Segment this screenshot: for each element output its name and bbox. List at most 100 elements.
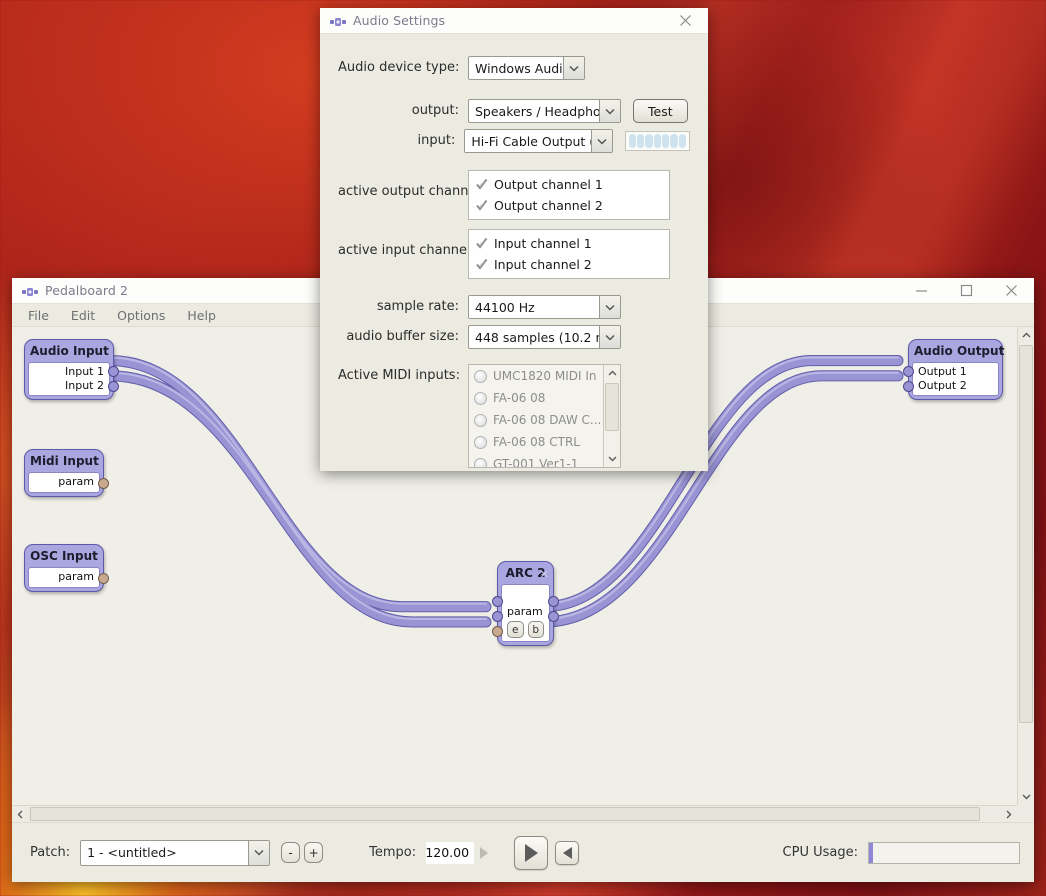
audio-settings-title: Audio Settings bbox=[353, 13, 446, 28]
sample-rate-value: 44100 Hz bbox=[469, 296, 599, 318]
sample-rate-select[interactable]: 44100 Hz bbox=[468, 295, 621, 319]
canvas-vertical-scrollbar[interactable] bbox=[1017, 327, 1034, 805]
output-pin[interactable] bbox=[548, 596, 559, 607]
scroll-up-icon[interactable] bbox=[604, 365, 620, 382]
scroll-up-icon[interactable] bbox=[1018, 327, 1035, 344]
checkbox-item[interactable]: Output channel 1 bbox=[469, 174, 669, 195]
pedalboard-icon bbox=[329, 14, 347, 28]
midi-input-label: FA-06 08 CTRL bbox=[493, 435, 580, 449]
input-device-value: Hi-Fi Cable Output (VB-A... bbox=[465, 130, 591, 152]
bypass-button[interactable]: b bbox=[527, 621, 544, 638]
cpu-usage-fill bbox=[869, 842, 873, 863]
canvas-horizontal-scrollbar[interactable] bbox=[12, 805, 1017, 822]
menu-edit[interactable]: Edit bbox=[71, 308, 95, 323]
midi-input-item[interactable]: FA-06 08 bbox=[469, 387, 620, 409]
output-device-row: output: Speakers / Headphones (... Test bbox=[338, 99, 690, 123]
node-body: param e b bbox=[501, 584, 550, 642]
midi-scroll-thumb[interactable] bbox=[605, 383, 619, 431]
chevron-down-icon[interactable] bbox=[563, 57, 584, 79]
test-button[interactable]: Test bbox=[633, 99, 688, 123]
midi-input-item[interactable]: FA-06 08 CTRL bbox=[469, 431, 620, 453]
device-type-select[interactable]: Windows Audio bbox=[468, 56, 585, 80]
node-osc-input[interactable]: OSC Input param bbox=[24, 544, 109, 592]
patch-increment-button[interactable]: + bbox=[304, 842, 324, 863]
close-button[interactable] bbox=[663, 8, 708, 33]
input-pin[interactable] bbox=[492, 611, 503, 622]
play-button[interactable] bbox=[514, 835, 549, 870]
midi-inputs-row: Active MIDI inputs: UMC1820 MIDI In FA-0… bbox=[338, 364, 690, 468]
minimize-button[interactable] bbox=[899, 278, 944, 303]
scroll-right-icon[interactable] bbox=[1000, 806, 1017, 823]
checkmark-icon bbox=[475, 199, 488, 212]
active-output-channels-row: active output channels: Output channel 1… bbox=[338, 170, 690, 220]
node-title: Audio Output bbox=[914, 344, 1005, 358]
chevron-down-icon[interactable] bbox=[590, 130, 612, 152]
rewind-button[interactable] bbox=[555, 840, 580, 865]
midi-input-item[interactable]: FA-06 08 DAW C... bbox=[469, 409, 620, 431]
checkbox-label: Input channel 1 bbox=[494, 236, 592, 251]
scroll-down-icon[interactable] bbox=[604, 450, 620, 467]
scroll-left-icon[interactable] bbox=[12, 806, 29, 823]
midi-input-label: GT-001 Ver1-1 bbox=[493, 457, 579, 468]
menu-help[interactable]: Help bbox=[187, 308, 216, 323]
patch-select[interactable]: 1 - <untitled> bbox=[80, 839, 271, 866]
horizontal-scroll-thumb[interactable] bbox=[30, 807, 980, 821]
active-output-channels-list[interactable]: Output channel 1 Output channel 2 bbox=[468, 170, 670, 220]
output-pin[interactable] bbox=[98, 573, 109, 584]
meter-segment bbox=[662, 134, 670, 148]
patch-label: Patch: bbox=[30, 845, 71, 860]
node-port-label: Input 1 bbox=[65, 365, 104, 378]
midi-inputs-label: Active MIDI inputs: bbox=[338, 368, 460, 383]
maximize-button[interactable] bbox=[944, 278, 989, 303]
input-device-select[interactable]: Hi-Fi Cable Output (VB-A... bbox=[464, 129, 613, 153]
midi-list-scrollbar[interactable] bbox=[603, 365, 620, 467]
chevron-down-icon[interactable] bbox=[599, 296, 620, 318]
input-label: input: bbox=[417, 133, 456, 148]
chevron-down-icon[interactable] bbox=[599, 100, 620, 122]
active-input-channels-row: active input channels: Input channel 1 I… bbox=[338, 229, 690, 279]
output-device-select[interactable]: Speakers / Headphones (... bbox=[468, 99, 621, 123]
checkbox-item[interactable]: Output channel 2 bbox=[469, 195, 669, 216]
device-type-value: Windows Audio bbox=[469, 57, 563, 79]
audio-settings-body: Audio device type: Windows Audio output:… bbox=[320, 56, 708, 468]
audio-settings-titlebar[interactable]: Audio Settings bbox=[320, 8, 708, 34]
input-device-row: input: Hi-Fi Cable Output (VB-A... bbox=[338, 129, 690, 153]
midi-inputs-list[interactable]: UMC1820 MIDI In FA-06 08 FA-06 08 DAW C.… bbox=[468, 364, 621, 468]
scroll-down-icon[interactable] bbox=[1018, 788, 1035, 805]
param-pin[interactable] bbox=[492, 626, 503, 637]
active-output-channels-label: active output channels: bbox=[338, 184, 492, 199]
input-pin[interactable] bbox=[903, 366, 914, 377]
node-midi-input[interactable]: Midi Input param bbox=[24, 449, 109, 497]
chevron-down-icon[interactable] bbox=[248, 840, 270, 865]
output-pin[interactable] bbox=[548, 611, 559, 622]
output-pin[interactable] bbox=[98, 478, 109, 489]
patch-decrement-button[interactable]: - bbox=[281, 842, 301, 863]
input-pin[interactable] bbox=[492, 596, 503, 607]
node-body: param bbox=[28, 567, 100, 588]
checkbox-item[interactable]: Input channel 1 bbox=[469, 233, 669, 254]
node-arc-2[interactable]: ARC 2 ✕ param e b bbox=[492, 561, 559, 646]
node-audio-output[interactable]: Audio Output Output 1 Output 2 bbox=[903, 339, 1005, 400]
pedalboard-title: Pedalboard 2 bbox=[45, 283, 129, 298]
edit-button[interactable]: e bbox=[507, 621, 524, 638]
checkbox-item[interactable]: Input channel 2 bbox=[469, 254, 669, 275]
menu-options[interactable]: Options bbox=[117, 308, 165, 323]
buffer-size-select[interactable]: 448 samples (10.2 ms) bbox=[468, 325, 621, 349]
midi-input-label: FA-06 08 DAW C... bbox=[493, 413, 602, 427]
tempo-tap-icon[interactable] bbox=[480, 846, 489, 859]
checkbox-label: Input channel 2 bbox=[494, 257, 592, 272]
active-input-channels-list[interactable]: Input channel 1 Input channel 2 bbox=[468, 229, 670, 279]
node-audio-input[interactable]: Audio Input Input 1 Input 2 bbox=[24, 339, 119, 400]
midi-input-item[interactable]: UMC1820 MIDI In bbox=[469, 365, 620, 387]
input-pin[interactable] bbox=[903, 381, 914, 392]
tempo-input[interactable]: 120.00 bbox=[425, 841, 475, 864]
close-button[interactable] bbox=[989, 278, 1034, 303]
buffer-size-value: 448 samples (10.2 ms) bbox=[469, 326, 599, 348]
chevron-down-icon[interactable] bbox=[599, 326, 620, 348]
output-pin[interactable] bbox=[108, 366, 119, 377]
vertical-scroll-thumb[interactable] bbox=[1019, 345, 1033, 723]
midi-input-item[interactable]: GT-001 Ver1-1 bbox=[469, 453, 620, 468]
node-close-icon[interactable]: ✕ bbox=[540, 567, 549, 582]
menu-file[interactable]: File bbox=[28, 308, 49, 323]
output-pin[interactable] bbox=[108, 381, 119, 392]
